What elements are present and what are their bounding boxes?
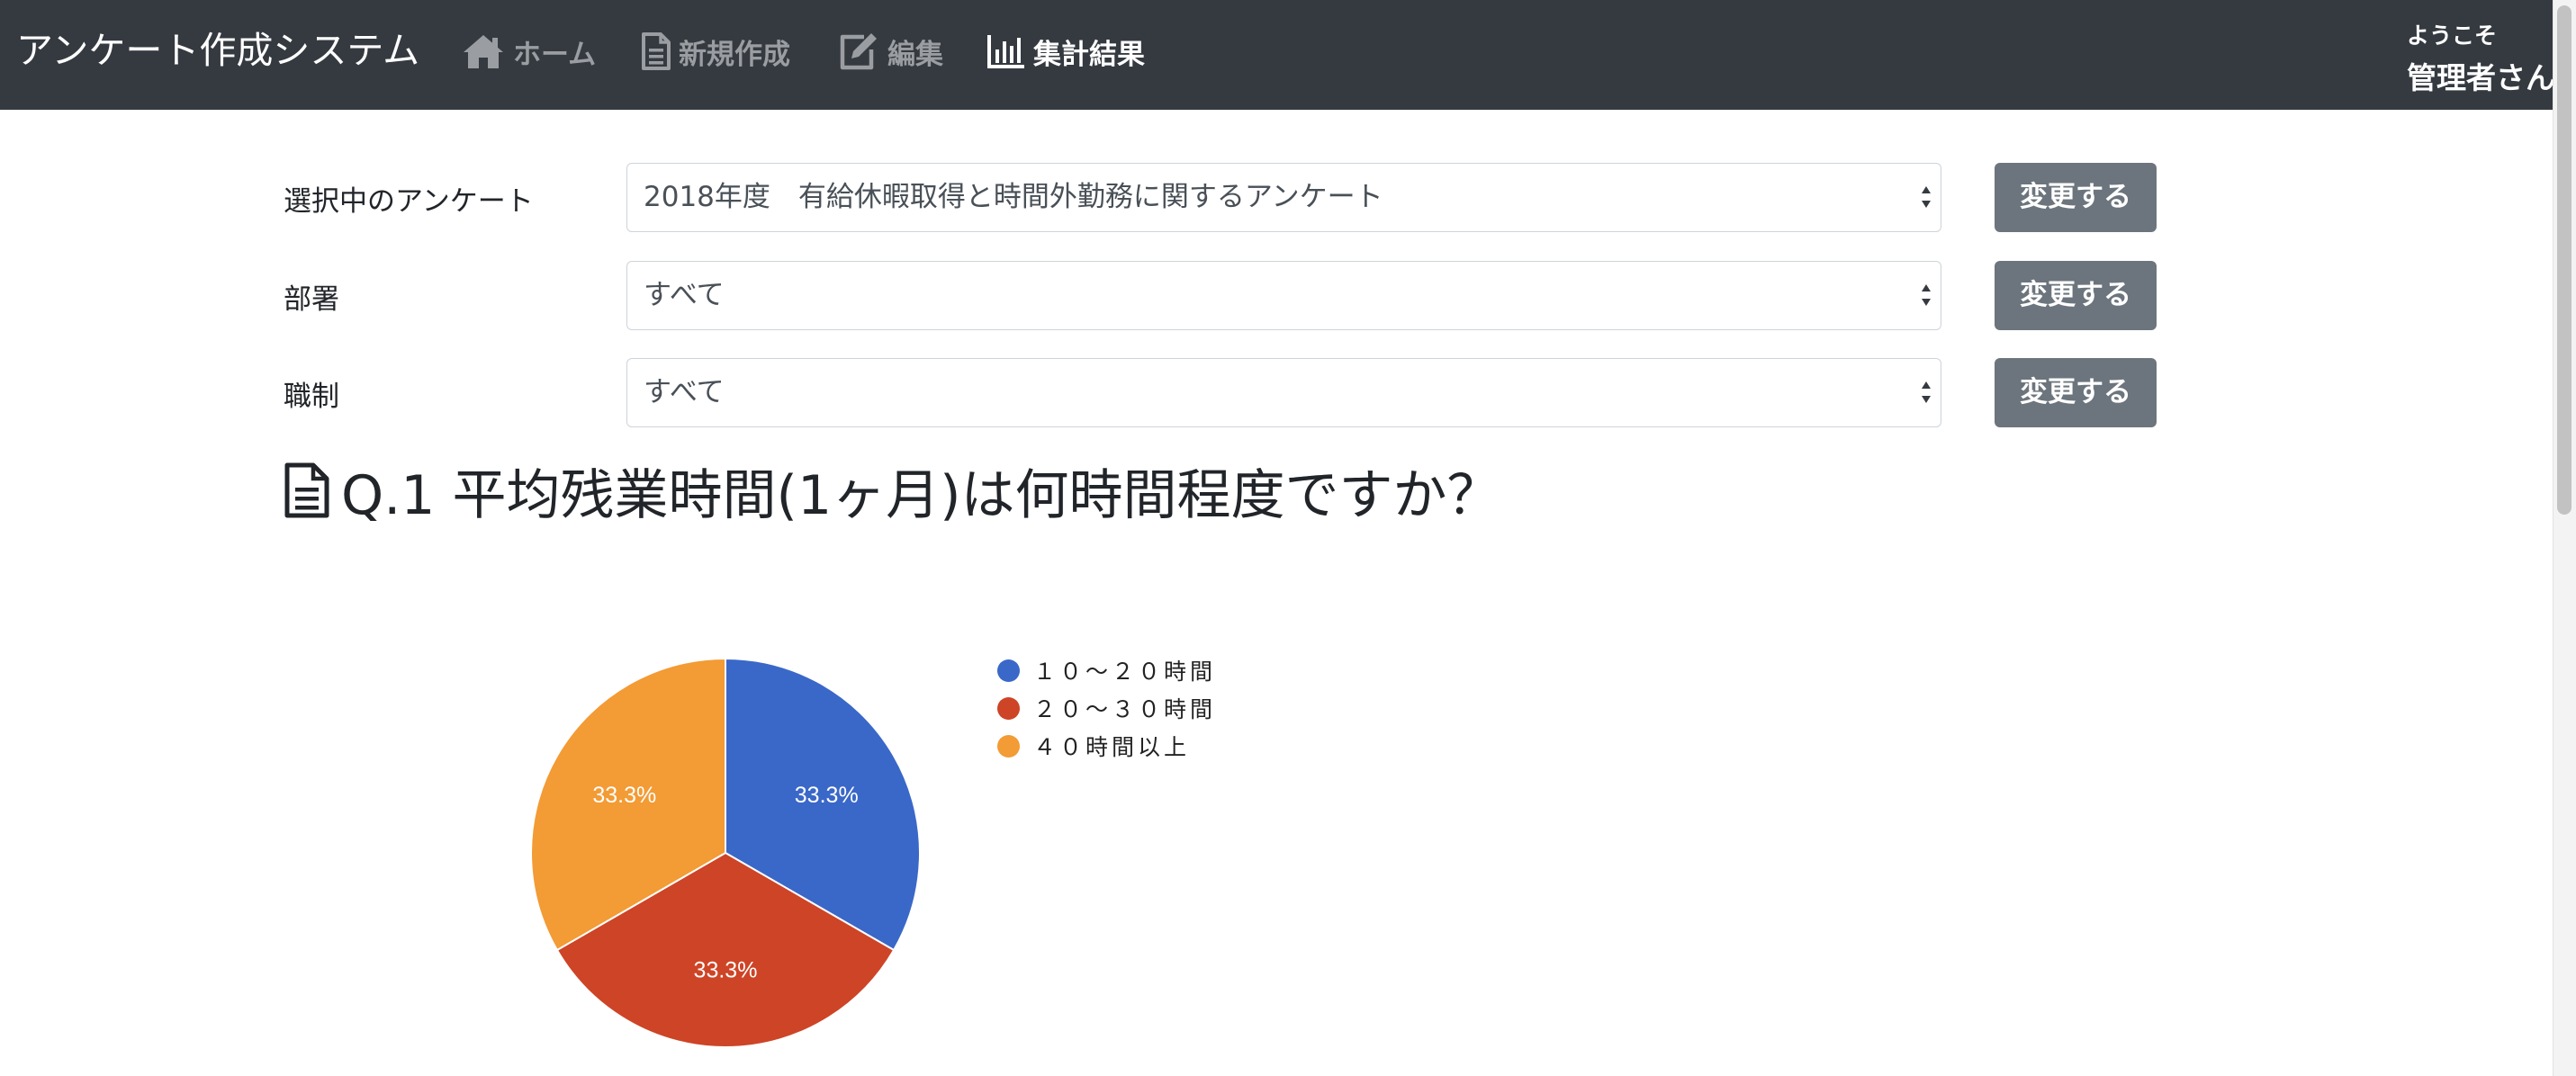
welcome-text: ようこそ — [2407, 22, 2498, 49]
question-title: Q.1 平均残業時間(1ヶ月)は何時間程度ですか？ — [341, 463, 1501, 527]
nav-edit-label: 編集 — [887, 38, 943, 71]
legend-item[interactable]: ４０時間以上 — [997, 728, 1190, 764]
document-icon — [284, 462, 329, 518]
bar-chart-icon — [987, 35, 1024, 68]
change-department-button[interactable]: 変更する — [1995, 261, 2157, 330]
user-name[interactable]: 管理者さん — [2407, 54, 2555, 97]
select-arrows-icon — [1922, 186, 1931, 208]
survey-select-label: 選択中のアンケート — [284, 185, 534, 218]
nav-results-label: 集計結果 — [1033, 38, 1145, 71]
scrollbar-thumb[interactable] — [2557, 5, 2571, 515]
position-select[interactable]: すべて — [626, 358, 1941, 427]
legend-label: １０〜２０時間 — [1033, 659, 1217, 685]
nav-new-label: 新規作成 — [679, 38, 790, 71]
edit-icon — [840, 33, 877, 70]
pie-chart: 33.3% 33.3% 33.3% — [530, 657, 921, 1048]
department-select[interactable]: すべて — [626, 261, 1941, 330]
change-survey-button[interactable]: 変更する — [1995, 163, 2157, 232]
legend-item[interactable]: １０〜２０時間 — [997, 652, 1216, 688]
survey-select-value: 2018年度 有給休暇取得と時間外勤務に関するアンケート — [644, 181, 1383, 213]
pie-slice-label: 33.3% — [694, 958, 758, 983]
legend-item[interactable]: ２０〜３０時間 — [997, 690, 1216, 726]
nav-home-label: ホーム — [513, 38, 597, 71]
file-text-icon — [642, 32, 671, 70]
survey-select[interactable]: 2018年度 有給休暇取得と時間外勤務に関するアンケート — [626, 163, 1941, 232]
position-select-value: すべて — [644, 376, 725, 408]
nav-home[interactable]: ホーム — [461, 0, 596, 103]
pie-slice-label: 33.3% — [795, 783, 859, 808]
legend-swatch — [997, 696, 1020, 720]
nav-edit[interactable]: 編集 — [837, 0, 943, 103]
question-heading: Q.1 平均残業時間(1ヶ月)は何時間程度ですか？ — [284, 454, 1501, 527]
pie-slice-label: 33.3% — [592, 783, 656, 808]
select-arrows-icon — [1922, 284, 1931, 306]
department-select-value: すべて — [644, 279, 725, 311]
legend-label: ４０時間以上 — [1033, 734, 1191, 760]
position-select-label: 職制 — [284, 381, 339, 413]
nav-new[interactable]: 新規作成 — [641, 0, 790, 103]
select-arrows-icon — [1922, 381, 1931, 403]
department-select-label: 部署 — [284, 283, 339, 316]
legend-swatch — [997, 659, 1020, 682]
change-position-button[interactable]: 変更する — [1995, 358, 2157, 427]
legend-label: ２０〜３０時間 — [1033, 696, 1217, 722]
legend-swatch — [997, 734, 1020, 758]
nav-results[interactable]: 集計結果 — [986, 0, 1145, 103]
app-brand[interactable]: アンケート作成システム — [16, 0, 419, 101]
navbar: アンケート作成システム ホーム 新規作成 編集 集計結果 ようこそ 管理者さん — [0, 0, 2576, 110]
home-icon — [464, 35, 503, 68]
